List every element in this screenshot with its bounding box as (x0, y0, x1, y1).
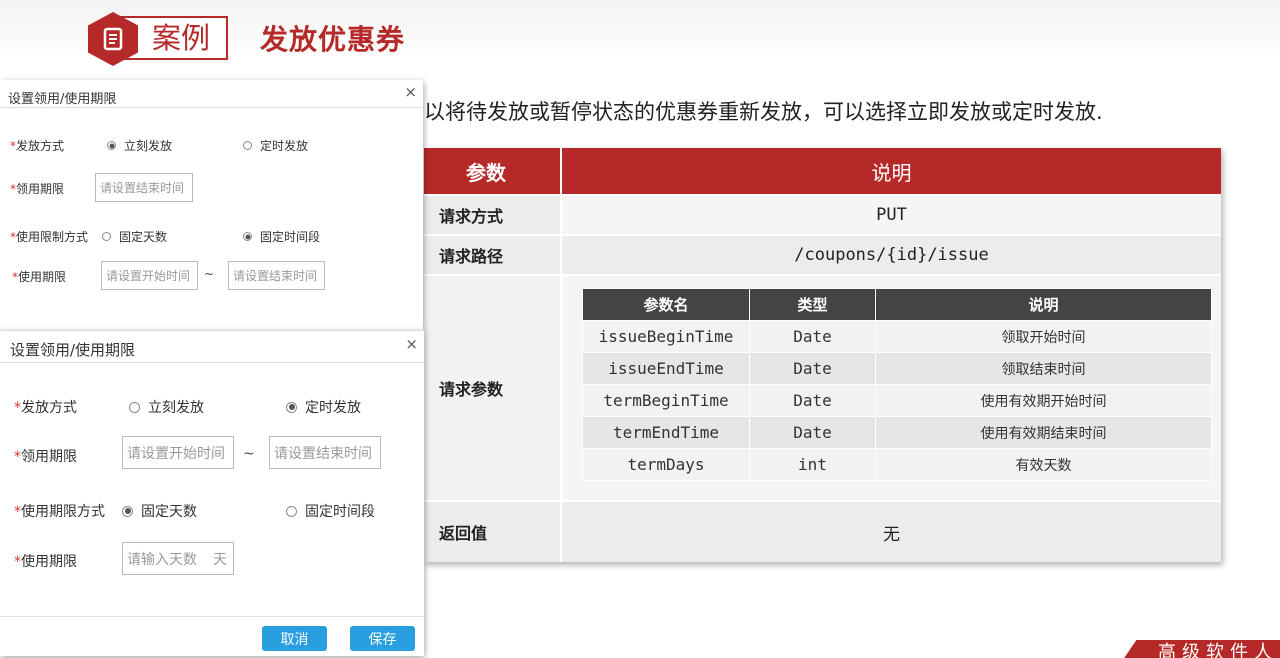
cancel-button[interactable]: 取消 (262, 626, 327, 651)
params-header-desc: 说明 (875, 288, 1212, 321)
params-header-type: 类型 (749, 288, 876, 321)
param-type: Date (749, 320, 876, 353)
dialog-footer-divider (0, 616, 424, 617)
table-row: termDays int 有效天数 (582, 448, 1212, 481)
method-label: 请求方式 (424, 196, 560, 234)
radio-unchecked-icon (286, 505, 297, 517)
radio-issue-scheduled[interactable]: 定时发放 (243, 137, 308, 154)
claim-start-input[interactable]: 请设置开始时间 (122, 436, 234, 469)
method-value: PUT (562, 196, 1221, 234)
radio-unchecked-icon (129, 401, 140, 413)
radio-fixed-days[interactable]: 固定天数 (102, 228, 167, 245)
case-badge-label: 案例 (152, 21, 211, 55)
params-row: 请求参数 参数名 类型 说明 issueBeginTime Date 领取开始时… (424, 276, 1221, 500)
path-row: 请求路径 /coupons/{id}/issue (424, 236, 1221, 274)
close-icon[interactable]: × (404, 83, 417, 101)
days-input-placeholder: 请输入天数 (127, 551, 197, 568)
table-row: termEndTime Date 使用有效期结束时间 (582, 416, 1212, 449)
param-name: termEndTime (582, 416, 750, 449)
dialog-title: 设置领用/使用期限 (8, 92, 117, 107)
dialog-divider (0, 362, 424, 363)
param-desc: 领取结束时间 (875, 352, 1212, 385)
radio-fixed-period[interactable]: 固定时间段 (243, 228, 320, 245)
params-header-name: 参数名 (582, 288, 750, 321)
radio-checked-icon (122, 505, 133, 517)
radio-checked-icon (243, 232, 252, 241)
use-end-input[interactable]: 请设置结束时间 (228, 261, 325, 290)
table-row: issueBeginTime Date 领取开始时间 (582, 320, 1212, 353)
period-dialog-large: 设置领用/使用期限 × *发放方式 立刻发放 定时发放 *领用期限 请设置开始时… (0, 330, 424, 656)
radio-fixed-days[interactable]: 固定天数 (122, 501, 197, 521)
api-spec-table: 参数 说明 请求方式 PUT 请求路径 /coupons/{id}/issue … (424, 148, 1221, 562)
brand-strip: 高级软件人才 (1116, 640, 1280, 658)
param-desc: 领取开始时间 (875, 320, 1212, 353)
table-row: issueEndTime Date 领取结束时间 (582, 352, 1212, 385)
path-value: /coupons/{id}/issue (562, 236, 1221, 274)
param-type: Date (749, 352, 876, 385)
params-table: 参数名 类型 说明 issueBeginTime Date 领取开始时间 iss… (582, 288, 1212, 481)
param-desc: 有效天数 (875, 448, 1212, 481)
range-separator: ~ (243, 446, 255, 462)
claim-period-label: *领用期限 (14, 449, 77, 465)
table-row: termBeginTime Date 使用有效期开始时间 (582, 384, 1212, 417)
issue-mode-label: *发放方式 (14, 400, 77, 416)
use-period-label: *使用期限 (12, 270, 67, 284)
claim-period-label: *领用期限 (10, 182, 65, 196)
param-desc: 使用有效期开始时间 (875, 384, 1212, 417)
radio-issue-now[interactable]: 立刻发放 (107, 137, 172, 154)
param-type: Date (749, 416, 876, 449)
path-label: 请求路径 (424, 236, 560, 274)
radio-issue-now[interactable]: 立刻发放 (129, 397, 204, 417)
limit-mode-label: *使用限制方式 (10, 230, 89, 244)
days-input[interactable]: 请输入天数 天 (122, 542, 234, 575)
use-period-label: *使用期限 (14, 554, 77, 570)
param-name: termDays (582, 448, 750, 481)
period-dialog-small: 设置领用/使用期限 × *发放方式 立刻发放 定时发放 *领用期限 请设置结束时… (0, 80, 423, 330)
header-param: 参数 (424, 148, 560, 194)
days-unit: 天 (213, 551, 227, 568)
save-button[interactable]: 保存 (350, 626, 415, 651)
param-desc: 使用有效期结束时间 (875, 416, 1212, 449)
use-start-input[interactable]: 请设置开始时间 (101, 261, 198, 290)
radio-unchecked-icon (102, 232, 111, 241)
header-desc: 说明 (562, 148, 1221, 194)
method-row: 请求方式 PUT (424, 196, 1221, 234)
return-row: 返回值 无 (424, 502, 1221, 562)
return-label: 返回值 (424, 502, 560, 562)
param-name: issueBeginTime (582, 320, 750, 353)
range-separator: ~ (204, 267, 215, 281)
dialog-title: 设置领用/使用期限 (10, 341, 136, 359)
close-icon[interactable]: × (405, 335, 418, 353)
return-value: 无 (562, 502, 1221, 562)
issue-mode-label: *发放方式 (10, 139, 65, 153)
param-type: int (749, 448, 876, 481)
radio-checked-icon (286, 401, 297, 413)
claim-end-input[interactable]: 请设置结束时间 (95, 173, 193, 202)
slide-description: 以将待发放或暂停状态的优惠券重新发放，可以选择立即发放或定时发放. (424, 100, 1103, 124)
slide-title: 发放优惠券 (260, 23, 406, 56)
limit-mode-label: *使用期限方式 (14, 504, 105, 520)
param-name: termBeginTime (582, 384, 750, 417)
radio-fixed-period[interactable]: 固定时间段 (286, 501, 375, 521)
radio-issue-scheduled[interactable]: 定时发放 (286, 397, 361, 417)
params-header-row: 参数名 类型 说明 (582, 288, 1212, 321)
param-name: issueEndTime (582, 352, 750, 385)
dialog-divider (0, 107, 423, 108)
radio-unchecked-icon (243, 141, 252, 150)
params-label: 请求参数 (424, 276, 560, 500)
radio-checked-icon (107, 141, 116, 150)
param-type: Date (749, 384, 876, 417)
api-header-row: 参数 说明 (424, 148, 1221, 194)
claim-end-input[interactable]: 请设置结束时间 (269, 436, 381, 469)
